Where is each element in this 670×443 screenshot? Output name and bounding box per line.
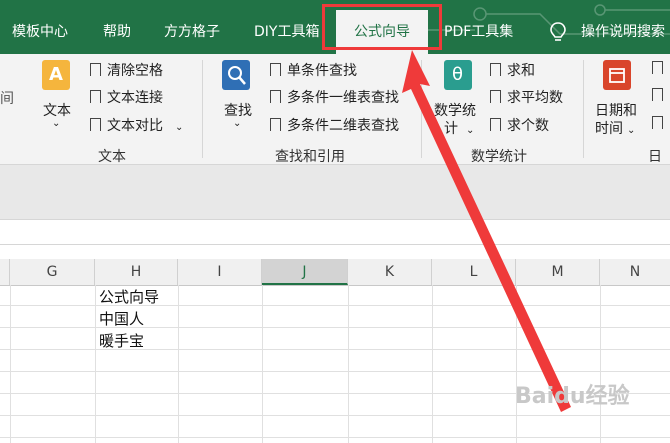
annotation-highlight-box — [322, 4, 442, 50]
tab-fangfang-grid[interactable]: 方方格子 — [164, 0, 220, 54]
column-header-partial[interactable] — [0, 259, 10, 285]
multi-condition-2d-lookup-item[interactable]: 多条件二维表查找 — [270, 115, 399, 135]
bookmark-icon — [270, 118, 281, 135]
text-compare-item[interactable]: 文本对比 ⌄ — [90, 115, 183, 135]
cell-h2[interactable]: 中国人 — [99, 308, 144, 329]
column-header-n[interactable]: N — [600, 259, 670, 285]
lightbulb-icon — [550, 22, 566, 41]
grid-line — [516, 285, 517, 443]
single-condition-lookup-item[interactable]: 单条件查找 — [270, 60, 357, 80]
bookmark-icon — [490, 118, 501, 135]
formula-bar[interactable] — [0, 219, 670, 245]
bookmark-icon — [652, 88, 663, 105]
column-header-j[interactable]: J — [262, 259, 348, 285]
magnifier-icon[interactable] — [222, 60, 250, 90]
group-label-text: 文本 — [98, 149, 126, 165]
count-item[interactable]: 求个数 — [490, 115, 549, 135]
grid-line — [0, 371, 670, 372]
date-item-partial[interactable] — [652, 115, 669, 133]
grid-line — [262, 285, 263, 443]
column-header-l[interactable]: L — [432, 259, 516, 285]
date-item-partial[interactable] — [652, 60, 669, 78]
sum-item[interactable]: 求和 — [490, 60, 535, 80]
date-item-partial[interactable] — [652, 87, 669, 105]
chevron-down-icon[interactable]: ⌄ — [466, 125, 474, 136]
bookmark-icon — [270, 63, 281, 80]
chevron-down-icon[interactable]: ⌄ — [175, 122, 183, 133]
toolbar-area — [0, 165, 670, 219]
tab-template-center[interactable]: 模板中心 — [12, 0, 68, 54]
grid-line — [600, 285, 601, 443]
bookmark-icon — [90, 90, 101, 107]
lookup-button[interactable]: 查找 — [224, 100, 252, 120]
sheet-grid[interactable]: 公式向导 中国人 暖手宝 — [0, 285, 670, 443]
tab-diy-toolbox[interactable]: DIY工具箱 — [254, 0, 319, 54]
watermark: Baidu经验 — [515, 384, 630, 409]
bookmark-icon — [270, 90, 281, 107]
math-stats-button[interactable]: 数学统 — [434, 100, 476, 120]
bookmark-icon — [652, 116, 663, 133]
group-divider — [583, 60, 584, 158]
chevron-down-icon[interactable]: ⌄ — [627, 125, 635, 136]
column-header-g[interactable]: G — [10, 259, 95, 285]
chevron-down-icon[interactable]: ⌄ — [52, 118, 60, 129]
theta-icon[interactable]: θ — [444, 60, 472, 90]
group-divider — [202, 60, 203, 158]
grid-line — [432, 285, 433, 443]
math-stats-button-line2[interactable]: 计 ⌄ — [444, 118, 474, 138]
text-concat-item[interactable]: 文本连接 — [90, 87, 163, 107]
multi-condition-1d-lookup-item[interactable]: 多条件一维表查找 — [270, 87, 399, 107]
group-divider — [421, 60, 422, 158]
grid-line — [178, 285, 179, 443]
text-button[interactable]: 文本 — [43, 100, 71, 120]
grid-line — [348, 285, 349, 443]
cell-h1[interactable]: 公式向导 — [99, 286, 159, 307]
average-item[interactable]: 求平均数 — [490, 87, 563, 107]
grid-line — [95, 285, 96, 443]
chevron-down-icon[interactable]: ⌄ — [233, 118, 241, 129]
bookmark-icon — [652, 61, 663, 78]
column-header-row: G H I J K L M N — [0, 259, 670, 286]
group-label-lookup: 查找和引用 — [275, 149, 345, 165]
bookmark-icon — [90, 63, 101, 80]
calendar-icon[interactable] — [603, 60, 631, 90]
grid-line — [0, 415, 670, 416]
bookmark-icon — [490, 63, 501, 80]
column-header-i[interactable]: I — [178, 259, 262, 285]
tab-pdf-tools[interactable]: PDF工具集 — [444, 0, 513, 54]
clear-spaces-item[interactable]: 清除空格 — [90, 60, 163, 80]
group-label-stats: 数学统计 — [471, 149, 527, 165]
tell-me-search[interactable]: 操作说明搜索 — [581, 0, 665, 54]
cut-off-label: 间 — [0, 91, 14, 107]
column-header-k[interactable]: K — [348, 259, 432, 285]
column-header-h[interactable]: H — [95, 259, 178, 285]
grid-line — [10, 285, 11, 443]
column-header-m[interactable]: M — [516, 259, 600, 285]
cell-h3[interactable]: 暖手宝 — [99, 330, 144, 351]
date-time-button[interactable]: 日期和 — [595, 100, 637, 120]
bookmark-icon — [90, 118, 101, 135]
grid-line — [0, 437, 670, 438]
text-a-icon[interactable]: A — [42, 60, 70, 90]
ribbon-panel: 间 A 文本 ⌄ 清除空格 文本连接 文本对比 ⌄ 文本 查找 ⌄ 单条件查找 多… — [0, 54, 670, 185]
tab-help[interactable]: 帮助 — [103, 0, 131, 54]
date-time-button-line2[interactable]: 时间 ⌄ — [595, 118, 635, 138]
bookmark-icon — [490, 90, 501, 107]
